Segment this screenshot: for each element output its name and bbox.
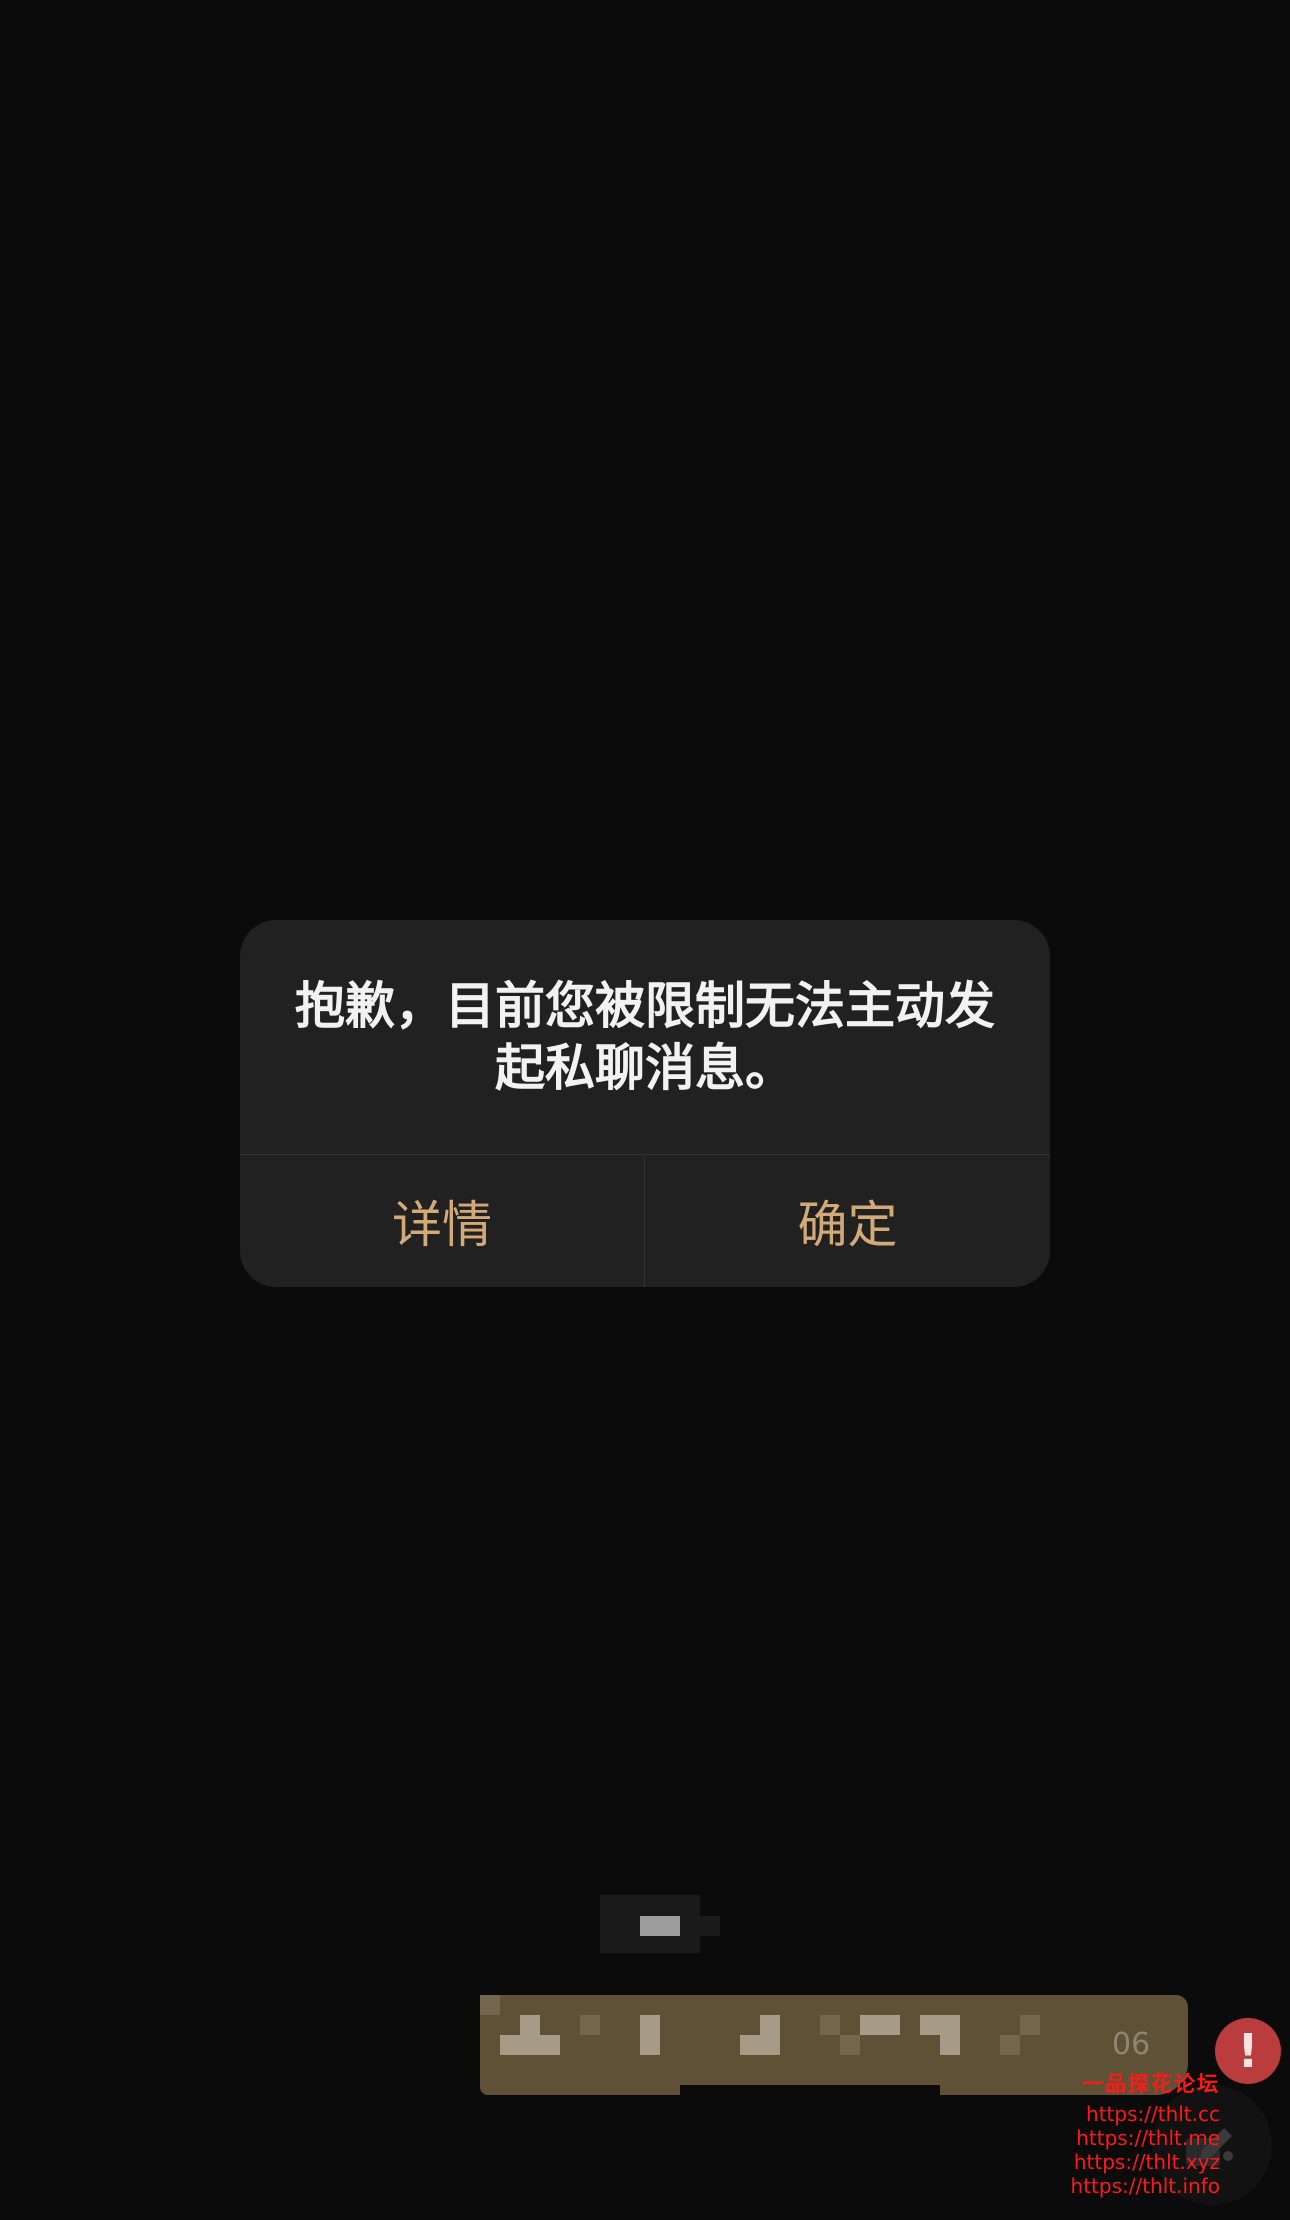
forum-watermark: 一品探花论坛 https://thlt.cc https://thlt.me h… [1030, 2068, 1220, 2198]
message-timestamp: 06 [1112, 2027, 1151, 2062]
chat-screen-background: 06 ! 一品探花论坛 https://thlt.cc https://thlt… [0, 0, 1290, 2220]
watermark-url: https://thlt.cc [1086, 2102, 1220, 2126]
watermark-url: https://thlt.xyz [1073, 2150, 1220, 2174]
details-button[interactable]: 详情 [240, 1155, 644, 1287]
watermark-url: https://thlt.me [1076, 2126, 1220, 2150]
pixelated-block [680, 2085, 940, 2095]
watermark-title: 一品探花论坛 [1082, 2072, 1220, 2096]
watermark-url: https://thlt.info [1070, 2174, 1220, 2198]
exclamation-icon: ! [1237, 2024, 1259, 2078]
restriction-alert-dialog: 抱歉，目前您被限制无法主动发起私聊消息。 详情 确定 [240, 920, 1050, 1287]
pixelated-block [700, 1916, 720, 1936]
send-failed-icon[interactable]: ! [1215, 2018, 1281, 2084]
alert-message: 抱歉，目前您被限制无法主动发起私聊消息。 [295, 977, 995, 1097]
pixelated-block [640, 1916, 680, 1936]
confirm-button[interactable]: 确定 [645, 1155, 1050, 1287]
